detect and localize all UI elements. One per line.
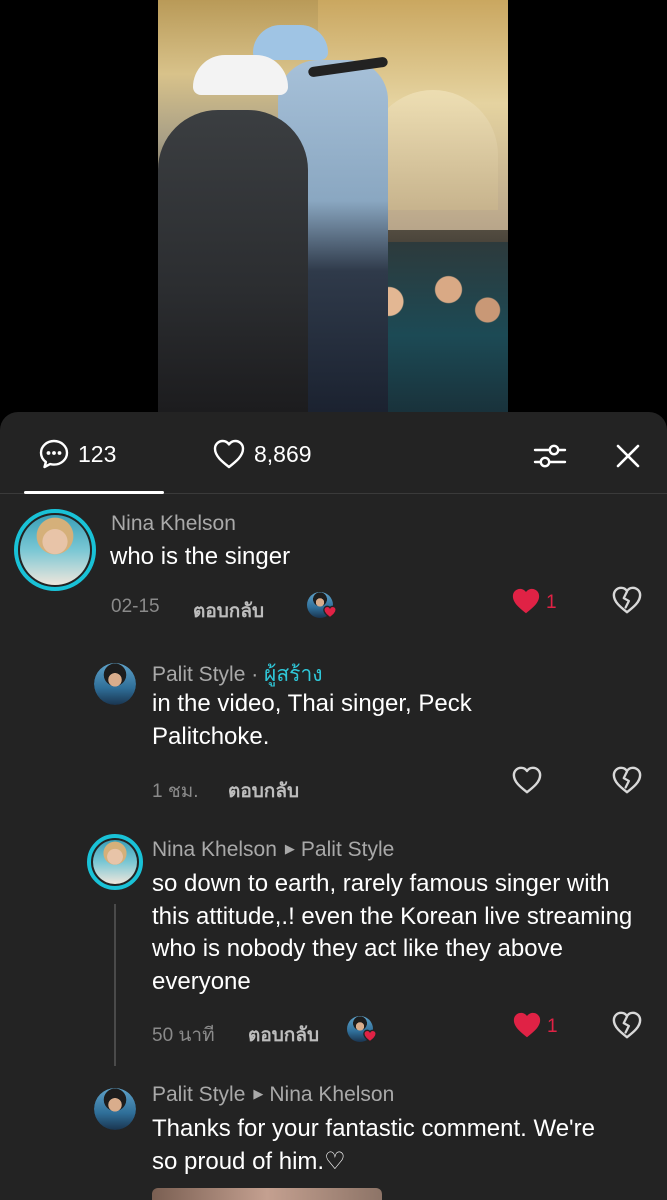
reply-author: Palit Style · ผู้สร้าง xyxy=(152,663,323,686)
avatar-image xyxy=(93,840,137,884)
like-button[interactable] xyxy=(511,765,545,799)
reply-text: in the video, Thai singer, Peck Palitcho… xyxy=(152,690,472,750)
reply-author: Palit Style ▶ Nina Khelson xyxy=(152,1083,394,1107)
heart-icon xyxy=(323,605,337,619)
comment-time: 02-15 xyxy=(111,596,160,617)
avatar[interactable] xyxy=(94,663,136,705)
creator-tag: ผู้สร้าง xyxy=(264,663,323,686)
reply-author-name[interactable]: Palit Style xyxy=(152,663,245,686)
comment-bubble-icon xyxy=(39,439,69,469)
video-person-cap xyxy=(193,55,288,95)
video-singer-cap xyxy=(253,25,328,60)
reply-button[interactable]: ตอบกลับ xyxy=(228,776,299,806)
creator-liked-badge xyxy=(347,1016,377,1046)
reply-author-name[interactable]: Nina Khelson xyxy=(152,838,277,861)
comments-count: 123 xyxy=(78,440,117,467)
like-button[interactable] xyxy=(510,586,544,620)
video-frame[interactable] xyxy=(158,0,508,412)
tab-comments[interactable]: 123 xyxy=(38,438,116,470)
heart-outline-icon xyxy=(512,766,542,794)
attached-image-thumbnail[interactable] xyxy=(152,1188,382,1200)
reply-text: so down to earth, rarely famous singer w… xyxy=(152,870,633,995)
avatar-image xyxy=(94,1088,136,1130)
broken-heart-icon xyxy=(612,766,642,794)
reply-author: Nina Khelson ▶ Palit Style xyxy=(152,838,394,862)
reply-to-name[interactable]: Nina Khelson xyxy=(269,1083,394,1106)
like-button[interactable] xyxy=(511,1010,545,1044)
panel-tabs: 123 8,869 xyxy=(0,412,667,494)
comment-author[interactable]: Nina Khelson xyxy=(111,512,236,536)
reply-to-arrow-icon: ▶ xyxy=(253,1086,264,1101)
thread-line xyxy=(114,904,116,1066)
reply-to-arrow-icon: ▶ xyxy=(284,841,295,856)
reply-time: 1 ชม. xyxy=(152,781,199,802)
broken-heart-icon xyxy=(612,586,642,614)
broken-heart-icon xyxy=(612,1011,642,1039)
filter-button[interactable] xyxy=(530,436,570,476)
heart-icon xyxy=(363,1029,377,1043)
dislike-button[interactable] xyxy=(611,1010,645,1044)
dislike-button[interactable] xyxy=(611,765,645,799)
like-count: 1 xyxy=(547,1016,558,1037)
sliders-icon xyxy=(533,444,567,468)
creator-liked-badge xyxy=(307,592,337,622)
reply-to-name[interactable]: Palit Style xyxy=(301,838,394,861)
reply-button[interactable]: ตอบกลับ xyxy=(193,596,264,626)
avatar-image xyxy=(20,515,90,585)
tab-likes[interactable]: 8,869 xyxy=(212,438,312,470)
comments-panel: 123 8,869 Nina Khelson who is the singer… xyxy=(0,412,667,1200)
reply-time: 50 นาที xyxy=(152,1025,215,1046)
close-button[interactable] xyxy=(608,436,648,476)
comment-text: who is the singer xyxy=(110,543,291,570)
video-person xyxy=(158,110,308,412)
reply-author-name[interactable]: Palit Style xyxy=(152,1083,245,1106)
dislike-button[interactable] xyxy=(611,585,645,619)
avatar[interactable] xyxy=(87,834,143,890)
likes-count: 8,869 xyxy=(254,440,312,467)
close-icon xyxy=(616,444,640,468)
reply-button[interactable]: ตอบกลับ xyxy=(248,1020,319,1050)
heart-filled-icon xyxy=(513,1012,541,1038)
avatar[interactable] xyxy=(94,1088,136,1130)
heart-filled-icon xyxy=(512,588,540,614)
heart-outline-icon xyxy=(213,439,245,469)
avatar-image xyxy=(94,663,136,705)
like-count: 1 xyxy=(546,592,557,613)
reply-text: Thanks for your fantastic comment. We're… xyxy=(152,1115,595,1175)
active-tab-indicator xyxy=(24,491,164,494)
video-player[interactable] xyxy=(0,0,667,412)
avatar[interactable] xyxy=(14,509,96,591)
